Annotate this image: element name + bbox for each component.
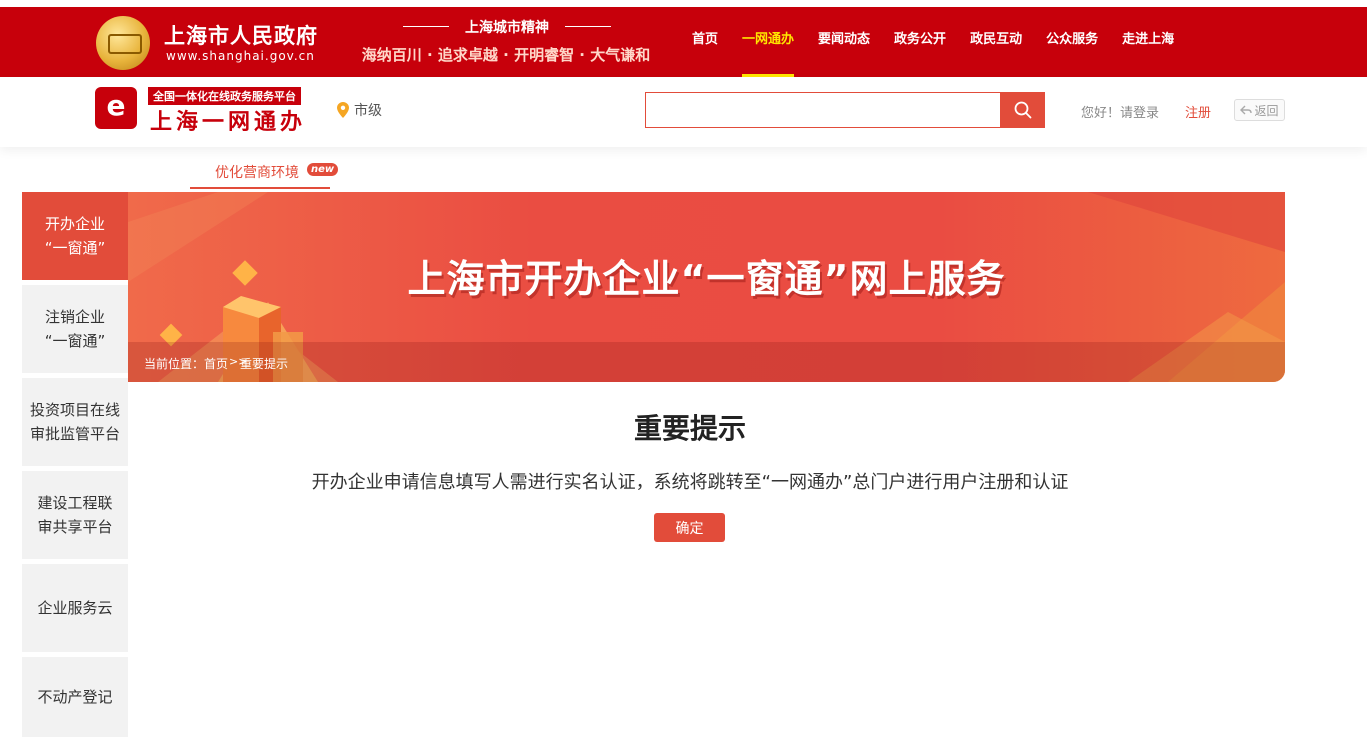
city-spirit-title: 上海城市精神 (400, 17, 614, 37)
region-selector[interactable]: 市级 (337, 100, 382, 120)
sidebar-item-enterprise-cloud[interactable]: 企业服务云 (22, 564, 128, 652)
register-link[interactable]: 注册 (1185, 102, 1211, 121)
search-box (645, 92, 1045, 128)
breadcrumb-label: 当前位置： (144, 357, 205, 371)
search-button[interactable] (1000, 92, 1045, 128)
sidebar-item-label: 投资项目在线 (29, 401, 120, 419)
sidebar-item-label: 注销企业 (44, 308, 105, 326)
return-arrow-icon (1240, 105, 1253, 115)
new-badge: new (307, 163, 339, 176)
yiwangtongban-logo-icon[interactable] (95, 87, 137, 129)
breadcrumb (128, 342, 1285, 382)
sidebar-item-label: 审批监管平台 (29, 425, 120, 443)
sidebar-item-label: 审共享平台 (37, 518, 113, 536)
platform-name[interactable]: 上海一网通办 (150, 104, 306, 136)
sidebar-item-label: 企业服务云 (37, 599, 113, 617)
nav-public-services[interactable]: 公众服务 (1034, 7, 1110, 77)
region-label: 市级 (354, 103, 382, 119)
confirm-button[interactable]: 确定 (654, 513, 725, 542)
login-link[interactable]: 您好！请登录 (1081, 102, 1159, 121)
breadcrumb-current: 重要提示 (240, 357, 289, 371)
search-icon (1014, 101, 1031, 119)
sidebar-item-label: “一窗通” (44, 332, 106, 350)
sidebar-item-label: 建设工程联 (37, 494, 113, 512)
nav-gov-affairs[interactable]: 政务公开 (882, 7, 958, 77)
gov-topbar: 上海市人民政府 www.shanghai.gov.cn 上海城市精神 海纳百川 … (0, 7, 1367, 77)
nav-news[interactable]: 要闻动态 (806, 7, 882, 77)
back-label: 返回 (1254, 103, 1279, 118)
gov-url[interactable]: www.shanghai.gov.cn (166, 49, 315, 63)
search-input[interactable] (646, 93, 1000, 127)
tab-business-environment[interactable]: 优化营商环境 new (190, 159, 339, 189)
notice-message: 开办企业申请信息填写人需进行实名认证，系统将跳转至“一网通办”总门户进行用户注册… (311, 472, 1069, 493)
nav-about-shanghai[interactable]: 走进上海 (1110, 7, 1186, 77)
notice-title: 重要提示 (633, 412, 746, 445)
service-banner: 上海市开办企业“一窗通”网上服务 当前位置： 首页 >> 重要提示 (128, 192, 1285, 382)
city-spirit-motto: 海纳百川 · 追求卓越 · 开明睿智 · 大气谦和 (361, 46, 651, 64)
platform-header: 全国一体化在线政务服务平台 上海一网通办 市级 您好！请登录 注册 返回 (0, 77, 1367, 147)
shanghai-emblem-logo[interactable] (96, 16, 150, 70)
back-button[interactable]: 返回 (1234, 99, 1285, 121)
gov-title[interactable]: 上海市人民政府 (164, 20, 318, 50)
breadcrumb-home-link[interactable]: 首页 (204, 355, 228, 372)
sidebar-item-close-business[interactable]: 注销企业 “一窗通” (22, 285, 128, 373)
sidebar-item-label: “一窗通” (44, 239, 106, 257)
tab-underline (190, 187, 330, 189)
top-navigation: 首页 一网通办 要闻动态 政务公开 政民互动 公众服务 走进上海 (680, 7, 1186, 77)
tab-label: 优化营商环境 (215, 165, 299, 181)
location-pin-icon (337, 102, 349, 118)
sidebar-item-label: 开办企业 (44, 215, 105, 233)
banner-title: 上海市开办企业“一窗通”网上服务 (407, 257, 1006, 301)
platform-subtitle: 全国一体化在线政务服务平台 (148, 87, 301, 105)
sidebar-item-real-estate[interactable]: 不动产登记 (22, 657, 128, 737)
sidebar-item-open-business[interactable]: 开办企业 “一窗通” (22, 192, 128, 280)
nav-interaction[interactable]: 政民互动 (958, 7, 1034, 77)
nav-yiwangtongban[interactable]: 一网通办 (730, 7, 806, 77)
sidebar-item-label: 不动产登记 (37, 688, 113, 706)
nav-home[interactable]: 首页 (680, 7, 730, 77)
sidebar-item-construction-review[interactable]: 建设工程联审共享平台 (22, 471, 128, 559)
sidebar-item-investment-approval[interactable]: 投资项目在线 审批监管平台 (22, 378, 128, 466)
